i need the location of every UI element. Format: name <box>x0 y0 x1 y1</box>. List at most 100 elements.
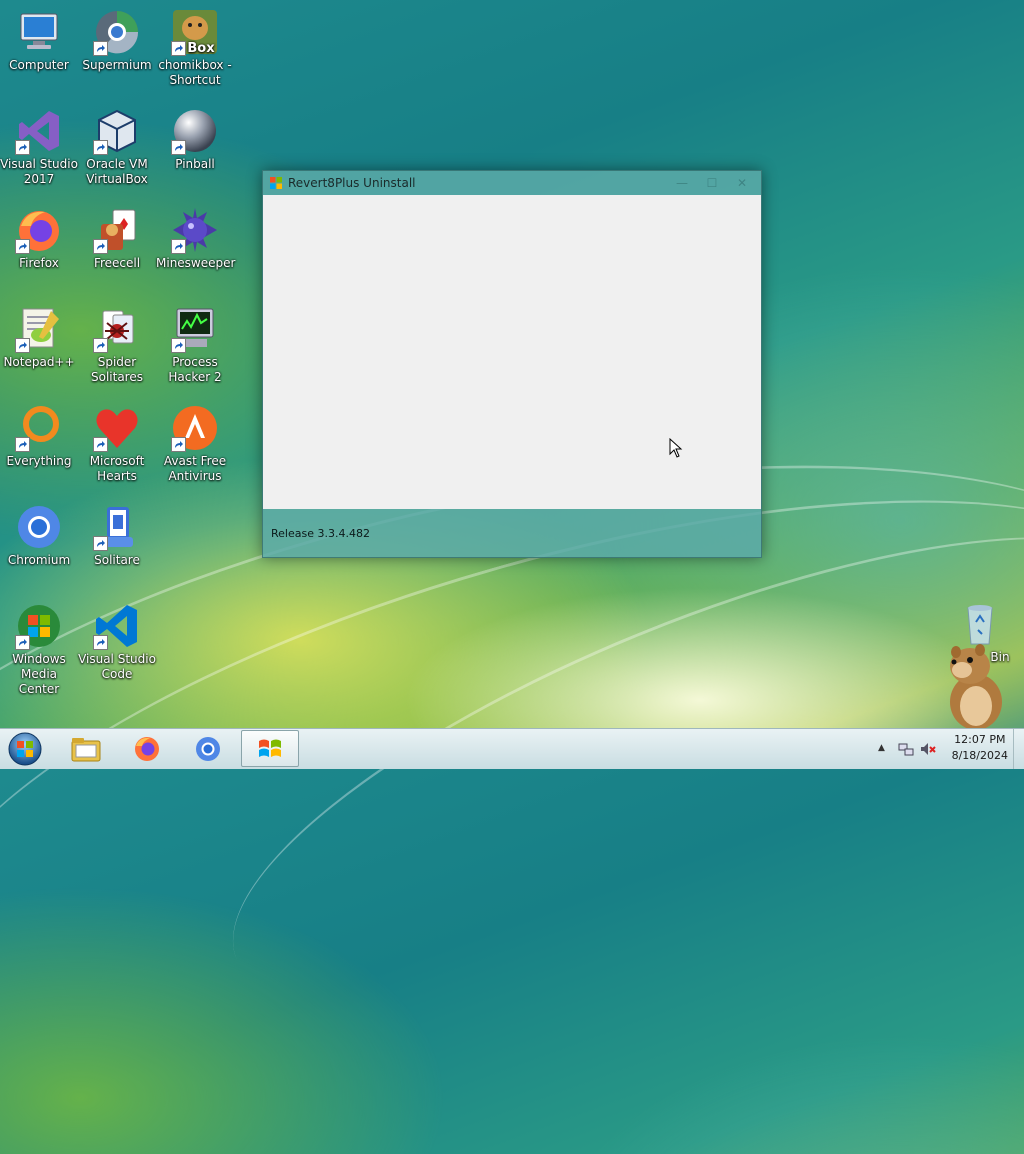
desktop-icon-minesweeper[interactable]: Minesweeper <box>156 206 235 271</box>
shortcut-arrow-icon <box>15 437 30 452</box>
desktop-icon-freecell[interactable]: Freecell <box>78 206 156 271</box>
svg-text:Box: Box <box>187 41 215 56</box>
media-center-icon <box>15 602 63 650</box>
desktop-icon-label: Computer <box>9 58 69 72</box>
shortcut-arrow-icon <box>171 140 186 155</box>
desktop-icon-notepadpp[interactable]: Notepad++ <box>0 305 78 370</box>
windows-flag-icon <box>259 739 281 757</box>
desktop-icon-label: Process Hacker 2 <box>168 355 222 384</box>
vscode-icon <box>93 602 141 650</box>
desktop-icon-label: Visual Studio 2017 <box>0 157 78 186</box>
windows-flag-icon <box>269 176 283 190</box>
desktop-icon-label: Microsoft Hearts <box>89 454 145 483</box>
desktop-icon-everything[interactable]: Everything <box>0 404 78 469</box>
uninstall-window[interactable]: Revert8Plus Uninstall — ☐ ✕ Release 3.3.… <box>262 170 762 558</box>
taskbar-explorer-button[interactable] <box>58 730 114 767</box>
firefox-icon <box>15 206 63 254</box>
mouse-cursor-icon <box>669 437 683 458</box>
desktop-icon-windows-media-center[interactable]: Windows Media Center <box>0 602 78 697</box>
shortcut-arrow-icon <box>93 140 108 155</box>
clock[interactable]: 12:07 PM 8/18/2024 <box>952 732 1008 764</box>
shortcut-arrow-icon <box>15 239 30 254</box>
explorer-icon <box>71 737 101 761</box>
window-title: Revert8Plus Uninstall <box>288 176 416 190</box>
hearts-icon <box>93 404 141 452</box>
pinball-icon <box>171 107 219 155</box>
window-content-area <box>263 195 761 509</box>
shortcut-arrow-icon <box>93 338 108 353</box>
desktop-icon-avast[interactable]: Avast Free Antivirus <box>156 404 234 484</box>
virtualbox-icon <box>93 107 141 155</box>
desktop-icon-label: Chromium <box>7 553 71 567</box>
shortcut-arrow-icon <box>93 635 108 650</box>
shortcut-arrow-icon <box>171 437 186 452</box>
start-button[interactable] <box>5 730 45 768</box>
release-version-label: Release 3.3.4.482 <box>271 527 370 540</box>
show-desktop-button[interactable] <box>1013 729 1024 769</box>
desktop-icon-chromium[interactable]: Chromium <box>0 503 78 568</box>
start-orb-icon <box>8 732 42 766</box>
desktop-icon-label: Oracle VM VirtualBox <box>86 157 148 186</box>
desktop-icon-microsoft-hearts[interactable]: Microsoft Hearts <box>78 404 156 484</box>
process-hacker-icon <box>171 305 219 353</box>
desktop-icon-supermium[interactable]: Supermium <box>78 8 156 73</box>
shortcut-arrow-icon <box>171 239 186 254</box>
everything-icon <box>15 404 63 452</box>
desktop-icon-virtualbox[interactable]: Oracle VM VirtualBox <box>78 107 156 187</box>
shortcut-arrow-icon <box>15 338 30 353</box>
firefox-icon <box>135 736 159 761</box>
clock-date: 8/18/2024 <box>951 749 1008 762</box>
desktop-icon-label: Visual Studio Code <box>78 652 156 681</box>
hamster-mascot-image <box>940 640 1010 730</box>
shortcut-arrow-icon <box>15 140 30 155</box>
desktop-icon-label: Avast Free Antivirus <box>163 454 227 483</box>
desktop-icon-solitare[interactable]: Solitare <box>78 503 156 568</box>
clock-time: 12:07 PM <box>954 733 1006 746</box>
maximize-button[interactable]: ☐ <box>699 174 725 192</box>
show-hidden-icons-button[interactable]: ▲ <box>878 743 894 759</box>
shortcut-arrow-icon <box>171 338 186 353</box>
chomikbox-icon: Box <box>171 8 219 56</box>
computer-icon <box>15 8 63 56</box>
desktop-icon-pinball[interactable]: Pinball <box>156 107 234 172</box>
desktop-icon-label: Supermium <box>82 58 152 72</box>
close-button[interactable]: ✕ <box>729 174 755 192</box>
desktop-icon-label: Spider Solitares <box>91 355 143 384</box>
desktop-icon-computer[interactable]: Computer <box>0 8 78 73</box>
visual-studio-icon <box>15 107 63 155</box>
window-titlebar[interactable]: Revert8Plus Uninstall — ☐ ✕ <box>263 171 761 195</box>
taskbar-uninstall-window-button[interactable] <box>241 730 299 767</box>
desktop-icon-label: Notepad++ <box>3 355 75 369</box>
freecell-icon <box>93 206 141 254</box>
desktop-icon-label: Everything <box>6 454 72 468</box>
desktop-icon-visual-studio-2017[interactable]: Visual Studio 2017 <box>0 107 78 187</box>
solitaire-icon <box>93 503 141 551</box>
taskbar-chromium-button[interactable] <box>180 730 236 767</box>
chromium-icon <box>15 503 63 551</box>
shortcut-arrow-icon <box>93 437 108 452</box>
shortcut-arrow-icon <box>93 239 108 254</box>
shortcut-arrow-icon <box>15 635 30 650</box>
desktop-icon-process-hacker[interactable]: Process Hacker 2 <box>156 305 234 385</box>
minesweeper-icon <box>171 206 219 254</box>
desktop-icon-spider-solitares[interactable]: Spider Solitares <box>78 305 156 385</box>
supermium-icon <box>93 8 141 56</box>
taskbar-firefox-button[interactable] <box>119 730 175 767</box>
network-icon[interactable] <box>898 741 914 757</box>
volume-muted-icon[interactable] <box>920 741 936 757</box>
desktop-icon-chomikbox[interactable]: Box chomikbox - Shortcut <box>156 8 234 88</box>
desktop-icon-visual-studio-code[interactable]: Visual Studio Code <box>78 602 156 682</box>
desktop-icon-label: chomikbox - Shortcut <box>158 58 232 87</box>
desktop-icon-label: Solitare <box>94 553 140 567</box>
notepadpp-icon <box>15 305 63 353</box>
desktop-icon-label: Firefox <box>19 256 59 270</box>
minimize-button[interactable]: — <box>669 174 695 192</box>
shortcut-arrow-icon <box>171 41 186 56</box>
shortcut-arrow-icon <box>93 41 108 56</box>
desktop-icon-label: Pinball <box>175 157 215 171</box>
desktop-icon-firefox[interactable]: Firefox <box>0 206 78 271</box>
desktop-icon-label: Freecell <box>93 256 141 270</box>
avast-icon <box>171 404 219 452</box>
taskbar: ▲ 12:07 PM 8/18/2024 <box>0 728 1024 769</box>
shortcut-arrow-icon <box>93 536 108 551</box>
